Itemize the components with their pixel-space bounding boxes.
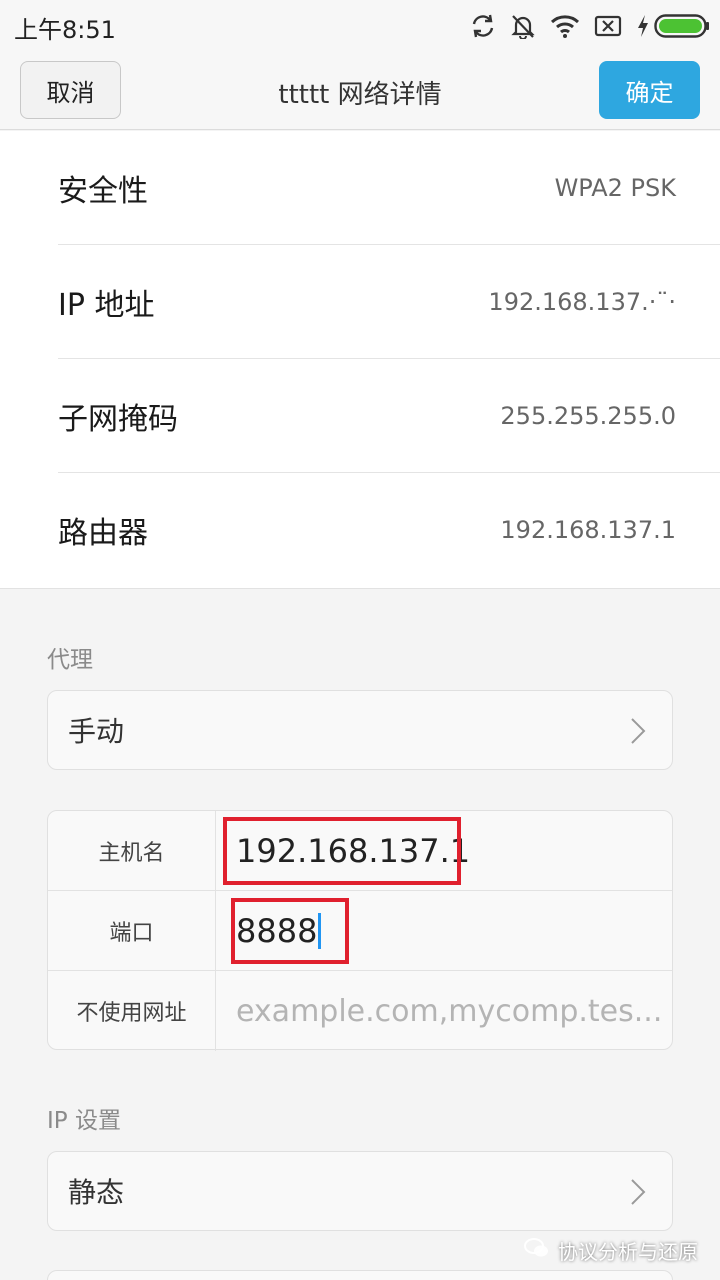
- chevron-right-icon: [630, 1178, 646, 1210]
- charging-icon: [636, 14, 650, 38]
- watermark: 协议分析与还原: [524, 1236, 698, 1265]
- status-bar: 上午8:51: [0, 0, 720, 52]
- bypass-label: 不使用网址: [48, 971, 216, 1051]
- confirm-button[interactable]: 确定: [599, 61, 700, 119]
- battery-icon: [654, 13, 710, 39]
- ip-label: IP 地址: [58, 287, 155, 323]
- netmask-label: 子网掩码: [58, 401, 178, 437]
- page-title: ttttt 网络详情: [278, 80, 442, 110]
- port-row: 端口 8888: [48, 891, 672, 971]
- port-input[interactable]: 8888: [236, 891, 322, 971]
- watermark-text: 协议分析与还原: [558, 1240, 698, 1264]
- info-row-ip: IP 地址 192.168.137.·¨·: [58, 245, 720, 359]
- sync-icon: [470, 13, 496, 39]
- title-bar: 取消 ttttt 网络详情 确定: [0, 52, 720, 130]
- ip-settings-value: 静态: [68, 1176, 125, 1209]
- security-value: WPA2 PSK: [554, 173, 676, 202]
- host-input[interactable]: 192.168.137.1: [236, 811, 470, 891]
- bypass-input[interactable]: example.com,mycomp.tes...: [236, 971, 662, 1051]
- router-value: 192.168.137.1: [500, 516, 676, 544]
- host-row: 主机名 192.168.137.1: [48, 811, 672, 891]
- text-cursor: [318, 913, 322, 949]
- port-label: 端口: [48, 891, 216, 971]
- bell-off-icon: [510, 13, 536, 39]
- chevron-right-icon: [630, 717, 646, 749]
- wifi-icon: [550, 14, 580, 38]
- ip-settings-section-header: IP 设置: [47, 1108, 121, 1134]
- cancel-button[interactable]: 取消: [20, 61, 121, 119]
- host-label: 主机名: [48, 811, 216, 891]
- proxy-section-header: 代理: [47, 647, 93, 673]
- netmask-value: 255.255.255.0: [500, 401, 676, 430]
- info-row-router: 路由器 192.168.137.1: [58, 473, 720, 587]
- proxy-mode-select[interactable]: 手动: [47, 690, 673, 770]
- proxy-mode-value: 手动: [68, 715, 125, 748]
- status-icons: [456, 12, 710, 40]
- info-row-netmask: 子网掩码 255.255.255.0: [58, 359, 720, 473]
- network-info-list: 安全性 WPA2 PSK IP 地址 192.168.137.·¨· 子网掩码 …: [0, 131, 720, 589]
- proxy-settings-card: 主机名 192.168.137.1 端口 8888 不使用网址 example.…: [47, 810, 673, 1051]
- sim-x-icon: [594, 15, 622, 37]
- security-label: 安全性: [58, 173, 148, 209]
- router-label: 路由器: [58, 516, 148, 551]
- ip-value: 192.168.137.·¨·: [488, 287, 676, 316]
- next-card-partial: [47, 1270, 673, 1280]
- ip-settings-select[interactable]: 静态: [47, 1151, 673, 1231]
- port-value: 8888: [236, 912, 318, 950]
- info-row-security: 安全性 WPA2 PSK: [58, 131, 720, 245]
- wechat-icon: [524, 1237, 550, 1264]
- bypass-row: 不使用网址 example.com,mycomp.tes...: [48, 971, 672, 1051]
- status-time: 上午8:51: [14, 16, 116, 44]
